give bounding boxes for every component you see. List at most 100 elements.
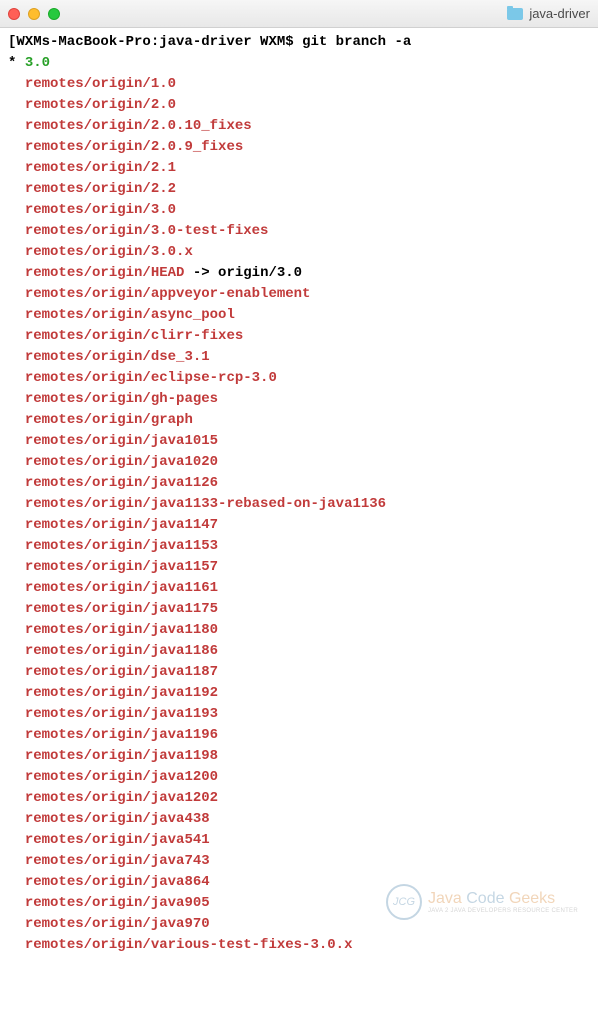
remote-branch-name: remotes/origin/java1020 bbox=[25, 454, 218, 470]
current-branch-line: * 3.0 bbox=[8, 53, 590, 74]
remote-branch-name: remotes/origin/java1126 bbox=[25, 475, 218, 491]
remote-branch-name: remotes/origin/graph bbox=[25, 412, 193, 428]
maximize-button[interactable] bbox=[48, 8, 60, 20]
remote-branch-line: remotes/origin/java1133-rebased-on-java1… bbox=[8, 494, 590, 515]
folder-icon bbox=[507, 8, 523, 20]
branch-marker: * bbox=[8, 55, 25, 71]
current-branch-name: 3.0 bbox=[25, 55, 50, 71]
remote-branch-line: remotes/origin/eclipse-rcp-3.0 bbox=[8, 368, 590, 389]
remote-branch-name: remotes/origin/java1161 bbox=[25, 580, 218, 596]
remote-branch-name: remotes/origin/async_pool bbox=[25, 307, 235, 323]
minimize-button[interactable] bbox=[28, 8, 40, 20]
head-line: remotes/origin/HEAD -> origin/3.0 bbox=[8, 263, 590, 284]
remote-branch-name: remotes/origin/java1186 bbox=[25, 643, 218, 659]
remote-branch-name: remotes/origin/java1200 bbox=[25, 769, 218, 785]
remote-branch-line: remotes/origin/java1175 bbox=[8, 599, 590, 620]
remote-branch-line: remotes/origin/java1153 bbox=[8, 536, 590, 557]
watermark: JCG Java Code Geeks JAVA 2 JAVA DEVELOPE… bbox=[386, 884, 578, 920]
remote-branch-name: remotes/origin/java1202 bbox=[25, 790, 218, 806]
remote-branch-name: remotes/origin/3.0.x bbox=[25, 244, 193, 260]
remote-branch-line: remotes/origin/2.0 bbox=[8, 95, 590, 116]
remote-branch-name: remotes/origin/2.0 bbox=[25, 97, 176, 113]
remote-branch-line: remotes/origin/various-test-fixes-3.0.x bbox=[8, 935, 590, 956]
remote-branch-line: remotes/origin/2.2 bbox=[8, 179, 590, 200]
remote-branch-line: remotes/origin/graph bbox=[8, 410, 590, 431]
close-button[interactable] bbox=[8, 8, 20, 20]
remote-branch-line: remotes/origin/java1196 bbox=[8, 725, 590, 746]
remote-branch-line: remotes/origin/clirr-fixes bbox=[8, 326, 590, 347]
window-title: java-driver bbox=[529, 6, 590, 21]
watermark-logo-icon: JCG bbox=[386, 884, 422, 920]
remote-branch-name: remotes/origin/java1015 bbox=[25, 433, 218, 449]
remote-branch-name: remotes/origin/dse_3.1 bbox=[25, 349, 210, 365]
remote-branch-name: remotes/origin/java1133-rebased-on-java1… bbox=[25, 496, 386, 512]
remote-branch-name: remotes/origin/java1187 bbox=[25, 664, 218, 680]
remote-branches-before-head: remotes/origin/1.0 remotes/origin/2.0 re… bbox=[8, 74, 590, 263]
terminal-output[interactable]: [WXMs-MacBook-Pro:java-driver WXM$ git b… bbox=[0, 28, 598, 960]
remote-branch-line: remotes/origin/java1198 bbox=[8, 746, 590, 767]
remote-branch-name: remotes/origin/java1175 bbox=[25, 601, 218, 617]
remote-branch-name: remotes/origin/clirr-fixes bbox=[25, 328, 243, 344]
watermark-text-block: Java Code Geeks JAVA 2 JAVA DEVELOPERS R… bbox=[428, 890, 578, 914]
remote-branch-line: remotes/origin/java1147 bbox=[8, 515, 590, 536]
remote-branch-line: remotes/origin/java1193 bbox=[8, 704, 590, 725]
remote-branch-name: remotes/origin/java864 bbox=[25, 874, 210, 890]
remote-branch-line: remotes/origin/java1020 bbox=[8, 452, 590, 473]
remote-branch-line: remotes/origin/java1157 bbox=[8, 557, 590, 578]
remote-branch-line: remotes/origin/java1192 bbox=[8, 683, 590, 704]
remote-branch-line: remotes/origin/gh-pages bbox=[8, 389, 590, 410]
remote-branch-line: remotes/origin/java1180 bbox=[8, 620, 590, 641]
remote-branch-line: remotes/origin/java1200 bbox=[8, 767, 590, 788]
remote-branch-line: remotes/origin/java1015 bbox=[8, 431, 590, 452]
remote-branch-line: remotes/origin/java743 bbox=[8, 851, 590, 872]
remote-branch-name: remotes/origin/2.2 bbox=[25, 181, 176, 197]
remote-branch-name: remotes/origin/java970 bbox=[25, 916, 210, 932]
remote-branch-line: remotes/origin/3.0-test-fixes bbox=[8, 221, 590, 242]
remote-branch-line: remotes/origin/java1161 bbox=[8, 578, 590, 599]
remote-branch-line: remotes/origin/async_pool bbox=[8, 305, 590, 326]
remote-branch-name: remotes/origin/java1157 bbox=[25, 559, 218, 575]
remote-branch-line: remotes/origin/2.0.9_fixes bbox=[8, 137, 590, 158]
remote-branch-name: remotes/origin/3.0-test-fixes bbox=[25, 223, 269, 239]
remote-branch-name: remotes/origin/java905 bbox=[25, 895, 210, 911]
remote-branch-name: remotes/origin/1.0 bbox=[25, 76, 176, 92]
window-titlebar: java-driver bbox=[0, 0, 598, 28]
remote-branch-line: remotes/origin/java541 bbox=[8, 830, 590, 851]
remote-branch-line: remotes/origin/java1187 bbox=[8, 662, 590, 683]
remote-branch-name: remotes/origin/gh-pages bbox=[25, 391, 218, 407]
remote-branch-line: remotes/origin/2.0.10_fixes bbox=[8, 116, 590, 137]
remote-branch-name: remotes/origin/eclipse-rcp-3.0 bbox=[25, 370, 277, 386]
remote-branch-name: remotes/origin/2.1 bbox=[25, 160, 176, 176]
remote-branch-line: remotes/origin/java1186 bbox=[8, 641, 590, 662]
remote-branch-line: remotes/origin/appveyor-enablement bbox=[8, 284, 590, 305]
remote-branch-name: remotes/origin/java1180 bbox=[25, 622, 218, 638]
remote-branch-name: remotes/origin/java438 bbox=[25, 811, 210, 827]
head-ref: remotes/origin/HEAD bbox=[25, 265, 185, 281]
window-title-area: java-driver bbox=[507, 6, 590, 21]
remote-branch-line: remotes/origin/dse_3.1 bbox=[8, 347, 590, 368]
remote-branch-name: remotes/origin/3.0 bbox=[25, 202, 176, 218]
remote-branch-name: remotes/origin/java1196 bbox=[25, 727, 218, 743]
remote-branch-name: remotes/origin/appveyor-enablement bbox=[25, 286, 311, 302]
remote-branch-line: remotes/origin/3.0.x bbox=[8, 242, 590, 263]
remote-branch-name: remotes/origin/java1192 bbox=[25, 685, 218, 701]
prompt-line: [WXMs-MacBook-Pro:java-driver WXM$ git b… bbox=[8, 32, 590, 53]
remote-branch-name: remotes/origin/2.0.10_fixes bbox=[25, 118, 252, 134]
remote-branch-name: remotes/origin/2.0.9_fixes bbox=[25, 139, 243, 155]
remote-branch-line: remotes/origin/2.1 bbox=[8, 158, 590, 179]
remote-branch-name: remotes/origin/java1198 bbox=[25, 748, 218, 764]
remote-branch-line: remotes/origin/1.0 bbox=[8, 74, 590, 95]
watermark-tagline: JAVA 2 JAVA DEVELOPERS RESOURCE CENTER bbox=[428, 908, 578, 914]
remote-branch-name: remotes/origin/java1193 bbox=[25, 706, 218, 722]
remote-branch-name: remotes/origin/various-test-fixes-3.0.x bbox=[25, 937, 353, 953]
head-arrow: -> origin/3.0 bbox=[184, 265, 302, 281]
remote-branch-name: remotes/origin/java1147 bbox=[25, 517, 218, 533]
remote-branch-line: remotes/origin/3.0 bbox=[8, 200, 590, 221]
remote-branches-after-head: remotes/origin/appveyor-enablement remot… bbox=[8, 284, 590, 956]
remote-branch-name: remotes/origin/java1153 bbox=[25, 538, 218, 554]
window-controls bbox=[8, 8, 60, 20]
remote-branch-line: remotes/origin/java438 bbox=[8, 809, 590, 830]
remote-branch-line: remotes/origin/java1202 bbox=[8, 788, 590, 809]
remote-branch-name: remotes/origin/java743 bbox=[25, 853, 210, 869]
remote-branch-name: remotes/origin/java541 bbox=[25, 832, 210, 848]
